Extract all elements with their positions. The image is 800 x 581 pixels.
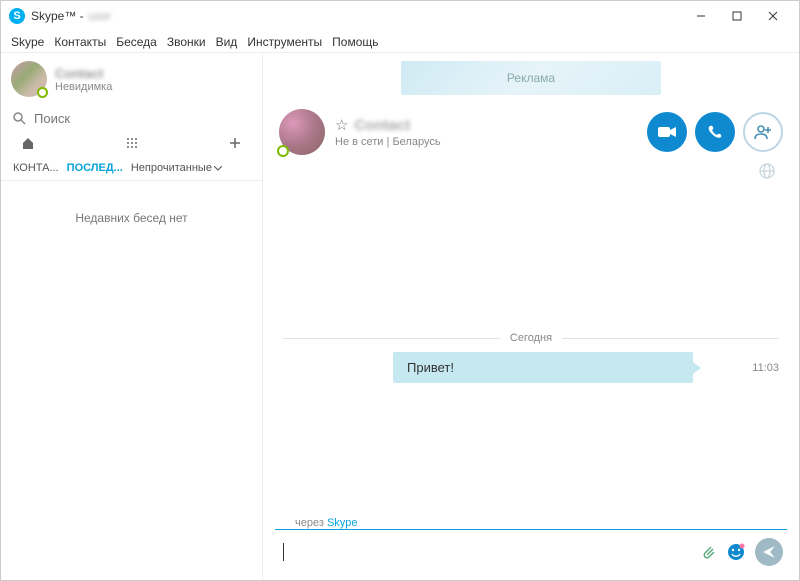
menu-conversation[interactable]: Беседа bbox=[116, 35, 157, 49]
send-button[interactable] bbox=[755, 538, 783, 566]
message-row: Привет! 11:03 bbox=[263, 344, 799, 391]
avatar bbox=[11, 61, 47, 97]
input-row bbox=[263, 530, 799, 580]
menu-view[interactable]: Вид bbox=[216, 35, 238, 49]
skype-logo-icon: S bbox=[9, 8, 25, 24]
contact-subline: Не в сети | Беларусь bbox=[335, 136, 441, 148]
minimize-icon bbox=[696, 11, 706, 21]
chat-body: Сегодня Привет! 11:03 bbox=[263, 182, 799, 515]
sidebar: Contact Невидимка bbox=[1, 53, 263, 580]
via-link[interactable]: Skype bbox=[327, 517, 358, 529]
menu-contacts[interactable]: Контакты bbox=[54, 35, 106, 49]
ad-banner[interactable]: Реклама bbox=[401, 61, 661, 95]
message-time: 11:03 bbox=[752, 362, 779, 374]
titlebar: S Skype™ - user bbox=[1, 1, 799, 31]
tab-contacts[interactable]: КОНТА... bbox=[13, 162, 59, 174]
window-title: Skype™ - bbox=[31, 9, 84, 23]
nav-row bbox=[1, 132, 262, 156]
empty-recent-label: Недавних бесед нет bbox=[1, 181, 262, 255]
menubar: Skype Контакты Беседа Звонки Вид Инструм… bbox=[1, 31, 799, 53]
contact-avatar[interactable] bbox=[279, 109, 325, 155]
menu-help[interactable]: Помощь bbox=[332, 35, 378, 49]
close-icon bbox=[768, 11, 778, 21]
chevron-down-icon bbox=[214, 166, 222, 171]
profile-status: Невидимка bbox=[55, 81, 112, 93]
message-input[interactable] bbox=[298, 544, 689, 560]
search-input[interactable] bbox=[34, 111, 250, 126]
chat-header: ☆ Contact Не в сети | Беларусь bbox=[263, 95, 799, 163]
close-button[interactable] bbox=[755, 6, 791, 26]
contact-status: Не в сети bbox=[335, 136, 383, 148]
sidebar-tabs: КОНТА... ПОСЛЕД... Непрочитанные bbox=[1, 156, 262, 181]
tab-recent[interactable]: ПОСЛЕД... bbox=[67, 162, 123, 174]
audio-call-button[interactable] bbox=[695, 112, 735, 152]
favorite-icon[interactable]: ☆ bbox=[335, 118, 348, 133]
menu-calls[interactable]: Звонки bbox=[167, 35, 206, 49]
attach-icon[interactable] bbox=[699, 543, 717, 561]
tab-filter[interactable]: Непрочитанные bbox=[131, 162, 222, 174]
menu-skype[interactable]: Skype bbox=[11, 35, 44, 49]
menu-tools[interactable]: Инструменты bbox=[247, 35, 322, 49]
globe-icon[interactable] bbox=[263, 163, 799, 182]
presence-icon bbox=[37, 87, 48, 98]
chat-pane: Реклама ☆ Contact Не в сети | Беларусь bbox=[263, 53, 799, 580]
video-call-button[interactable] bbox=[647, 112, 687, 152]
maximize-button[interactable] bbox=[719, 6, 755, 26]
search-icon bbox=[13, 112, 26, 125]
dialpad-icon[interactable] bbox=[126, 137, 138, 149]
contact-name: Contact bbox=[354, 117, 410, 134]
contact-location: Беларусь bbox=[392, 136, 440, 148]
new-chat-icon[interactable] bbox=[228, 136, 242, 150]
contact-presence-icon bbox=[277, 145, 289, 157]
search-row[interactable] bbox=[1, 105, 262, 132]
add-participants-button[interactable] bbox=[743, 112, 783, 152]
text-cursor bbox=[283, 543, 284, 561]
via-line: через Skype bbox=[275, 515, 787, 530]
home-icon[interactable] bbox=[21, 136, 35, 150]
date-divider-label: Сегодня bbox=[510, 332, 552, 344]
profile-name: Contact bbox=[55, 66, 112, 81]
minimize-button[interactable] bbox=[683, 6, 719, 26]
message-bubble[interactable]: Привет! bbox=[393, 352, 693, 383]
window-title-extra: user bbox=[88, 9, 111, 23]
tab-filter-label: Непрочитанные bbox=[131, 162, 212, 174]
maximize-icon bbox=[732, 11, 742, 21]
skype-window: S Skype™ - user Skype Контакты Беседа Зв… bbox=[0, 0, 800, 581]
date-divider: Сегодня bbox=[263, 332, 799, 344]
emoji-icon[interactable] bbox=[727, 543, 745, 561]
profile-section[interactable]: Contact Невидимка bbox=[1, 53, 262, 105]
